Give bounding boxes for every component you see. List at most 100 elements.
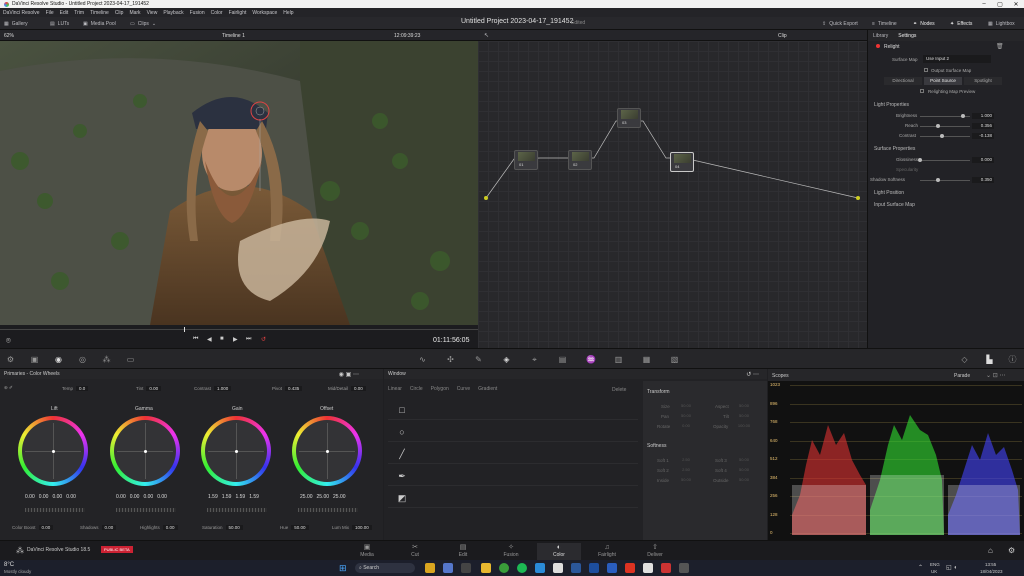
store-icon[interactable] — [553, 563, 563, 573]
menu-clip[interactable]: Clip — [115, 10, 124, 16]
light-properties-section[interactable]: Light Properties — [874, 102, 909, 108]
gain-master-wheel[interactable] — [207, 508, 267, 512]
camera-raw-icon[interactable]: ⚙ — [6, 355, 15, 364]
menu-file[interactable]: File — [46, 10, 54, 16]
node-03[interactable]: 03 — [617, 108, 641, 128]
tab-settings[interactable]: Settings — [898, 33, 916, 39]
linear-button[interactable]: Linear — [388, 386, 402, 392]
page-fairlight[interactable]: ♫ Fairlight — [591, 543, 623, 561]
size-value[interactable]: 50.00 — [677, 403, 695, 409]
tracker-icon[interactable]: ⌖ — [530, 355, 539, 364]
lift-wheel[interactable] — [18, 416, 88, 486]
page-fusion[interactable]: ✧ Fusion — [495, 543, 527, 561]
brightness-slider[interactable] — [920, 114, 970, 118]
maximize-button[interactable]: ▢ — [992, 1, 1008, 8]
start-menu-icon[interactable]: ⊞ — [339, 563, 347, 574]
gallery-button[interactable]: ▦ Gallery — [4, 19, 28, 28]
home-icon[interactable]: ⌂ — [988, 546, 993, 555]
minimize-button[interactable]: – — [976, 1, 992, 8]
clips-button[interactable]: ▭ Clips ⌄ — [130, 19, 156, 28]
auto-balance-icon[interactable]: ⊛ ✐ — [4, 385, 13, 391]
last-frame-icon[interactable]: ⏭ — [246, 336, 251, 343]
tray-chevron-icon[interactable]: ⌃ — [918, 564, 923, 571]
primaries-options-icon[interactable]: ◉ ▣ ⋯ — [339, 371, 359, 378]
spotlight-button[interactable]: Spotlight — [964, 77, 1002, 85]
slider-handle[interactable] — [960, 114, 965, 118]
window-row-curve[interactable]: ✒ — [388, 466, 638, 486]
polygon-window-icon[interactable]: ╱ — [395, 447, 409, 461]
video-viewer[interactable] — [0, 41, 478, 325]
file-explorer-icon[interactable] — [425, 563, 435, 573]
scope-mode-select[interactable]: Parade — [954, 373, 970, 379]
gain-values[interactable]: 1.59 1.59 1.59 1.59 — [208, 494, 259, 500]
language[interactable]: ENG — [930, 562, 940, 567]
menu-mark[interactable]: Mark — [129, 10, 140, 16]
magic-mask-icon[interactable]: ▤ — [558, 355, 567, 364]
trash-icon[interactable]: 🗑 — [996, 43, 1004, 50]
slider-handle[interactable] — [935, 178, 940, 182]
window-row-gradient[interactable]: ◩ — [388, 488, 638, 508]
rgb-mixer-icon[interactable]: ⁂ — [102, 355, 111, 364]
offset-values[interactable]: 25.00 25.00 25.00 — [300, 494, 346, 500]
weather-temp[interactable]: 8°C — [4, 562, 14, 568]
delete-window-button[interactable]: Delete — [612, 387, 626, 393]
sizing-icon[interactable]: ▦ — [642, 355, 651, 364]
mail-icon[interactable] — [535, 563, 545, 573]
contrast-value[interactable]: 1.000 — [214, 386, 232, 391]
menu-help[interactable]: Help — [283, 10, 293, 16]
word-icon[interactable] — [571, 563, 581, 573]
circle-window-icon[interactable]: ○ — [395, 425, 409, 439]
slider-handle[interactable] — [918, 158, 922, 162]
lift-values[interactable]: 0.00 0.00 0.00 0.00 — [25, 494, 76, 500]
loop-icon[interactable]: ↺ — [261, 336, 266, 343]
color-match-icon[interactable]: ▣ — [30, 355, 39, 364]
soft3-value[interactable]: 50.00 — [735, 457, 753, 463]
project-settings-icon[interactable]: ⚙ — [1008, 546, 1015, 555]
menu-trim[interactable]: Trim — [74, 10, 84, 16]
clip-mode-select[interactable]: Clip — [778, 33, 787, 39]
app-icon[interactable] — [661, 563, 671, 573]
offset-wheel[interactable] — [292, 416, 362, 486]
lr-icon[interactable] — [589, 563, 599, 573]
highlights-value[interactable]: 0.00 — [162, 525, 178, 530]
node-02[interactable]: 02 — [568, 150, 592, 170]
pointer-tool-icon[interactable]: ↖ — [484, 32, 489, 39]
menu-workspace[interactable]: Workspace — [252, 10, 277, 16]
menu-fairlight[interactable]: Fairlight — [229, 10, 247, 16]
tint-value[interactable]: 0.00 — [146, 386, 162, 391]
menu-fusion[interactable]: Fusion — [190, 10, 205, 16]
surface-properties-section[interactable]: Surface Properties — [874, 146, 915, 152]
polygon-button[interactable]: Polygon — [431, 386, 449, 392]
key-icon[interactable]: ▥ — [614, 355, 623, 364]
menu-davinci[interactable]: DaVinci Resolve — [3, 10, 40, 16]
soft4-value[interactable]: 50.00 — [735, 467, 753, 473]
reverse-play-icon[interactable]: ◀ — [207, 336, 212, 343]
mid-detail-value[interactable]: 0.00 — [351, 386, 366, 391]
qualifier-icon[interactable]: ✎ — [474, 355, 483, 364]
page-edit[interactable]: ▤ Edit — [447, 543, 479, 561]
pivot-value[interactable]: 0.435 — [285, 386, 303, 391]
menu-timeline[interactable]: Timeline — [90, 10, 109, 16]
outside-value[interactable]: 50.00 — [735, 477, 753, 483]
gradient-window-icon[interactable]: ◩ — [395, 491, 409, 505]
reach-value[interactable]: 0.356 — [972, 123, 994, 129]
scopes-icon[interactable]: ▙ — [985, 355, 994, 364]
soft2-value[interactable]: 2.50 — [677, 467, 695, 473]
glossiness-slider[interactable] — [918, 158, 970, 162]
curve-button[interactable]: Curve — [457, 386, 470, 392]
notepad-icon[interactable] — [643, 563, 653, 573]
inside-value[interactable]: 50.00 — [677, 477, 695, 483]
menu-view[interactable]: View — [147, 10, 158, 16]
3d-icon[interactable]: ▧ — [670, 355, 679, 364]
point-source-button[interactable]: Point Source — [924, 77, 962, 85]
task-view-icon[interactable] — [461, 563, 471, 573]
playhead[interactable] — [184, 327, 185, 332]
page-color[interactable]: ◐ Color — [537, 543, 581, 561]
lum-mix-value[interactable]: 100.00 — [352, 525, 372, 530]
linear-window-icon[interactable]: □ — [395, 403, 409, 417]
gradient-button[interactable]: Gradient — [478, 386, 497, 392]
lightbox-button[interactable]: ▦ Lightbox — [988, 19, 1015, 28]
color-warper-icon[interactable]: ✣ — [446, 355, 455, 364]
hdr-icon[interactable]: ◎ — [78, 355, 87, 364]
davinci-taskbar-icon[interactable] — [679, 563, 689, 573]
